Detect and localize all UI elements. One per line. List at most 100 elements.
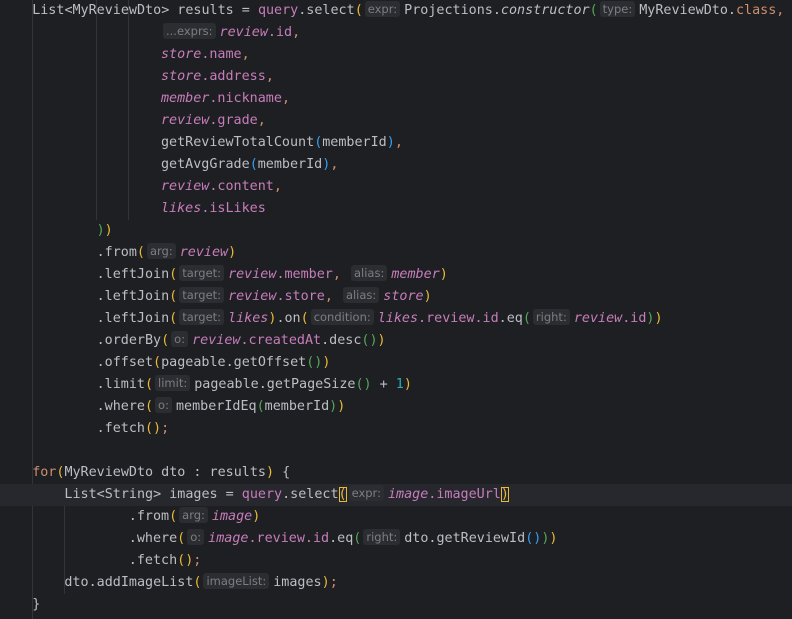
code-token: ( xyxy=(144,377,154,392)
code-token: ; xyxy=(161,421,170,436)
parameter-hint: arg: xyxy=(179,507,208,523)
code-line[interactable]: .from(arg: image) xyxy=(0,506,792,528)
code-line[interactable]: List<String> images = query.select(expr:… xyxy=(0,484,792,506)
code-line[interactable]: } xyxy=(0,594,792,616)
code-token: .from xyxy=(128,509,170,524)
code-token: .review xyxy=(248,531,305,546)
code-token: results = xyxy=(169,3,258,18)
code-editor[interactable]: List<MyReviewDto> results = query.select… xyxy=(0,0,792,619)
code-token: .isLikes xyxy=(201,201,266,216)
code-line[interactable]: .fetch(); xyxy=(0,418,792,440)
code-token: ) xyxy=(377,333,386,348)
code-token: .select xyxy=(298,3,355,18)
code-line[interactable]: List<MyReviewDto> results = query.select… xyxy=(0,0,792,22)
code-line[interactable]: .fetch(); xyxy=(0,550,792,572)
code-token: images xyxy=(273,575,322,590)
code-token: , xyxy=(273,179,282,194)
code-token: .grade xyxy=(209,113,258,128)
code-token: .offset xyxy=(96,355,154,370)
code-line[interactable]: store.address, xyxy=(0,66,792,88)
code-line[interactable]: getAvgGrade(memberId), xyxy=(0,154,792,176)
code-token: ) xyxy=(252,509,261,524)
code-line[interactable]: .limit(limit: pageable.getPageSize() + 1) xyxy=(0,374,792,396)
code-token: image xyxy=(208,531,249,546)
code-line[interactable]: review.grade, xyxy=(0,110,792,132)
code-line[interactable]: .leftJoin(target: review.member, alias: me… xyxy=(0,264,792,286)
code-token: ) xyxy=(228,245,237,260)
code-line[interactable]: .leftJoin(target: likes).on(condition: lik… xyxy=(0,308,792,330)
code-line[interactable]: likes.isLikes xyxy=(0,198,792,220)
code-token: Projections. xyxy=(404,3,501,18)
code-line[interactable]: getReviewTotalCount(memberId), xyxy=(0,132,792,154)
code-token: ) xyxy=(386,135,395,150)
code-token: ) xyxy=(321,575,330,590)
code-token: getAvgGrade xyxy=(161,157,250,172)
code-token: review xyxy=(228,267,277,282)
code-token: .store xyxy=(276,289,325,304)
code-token: .fetch xyxy=(128,553,178,568)
code-token: MyReviewDto dto : results xyxy=(64,465,266,480)
code-token: .select xyxy=(282,487,339,502)
code-token: ) xyxy=(337,399,346,414)
code-token: .member xyxy=(276,267,333,282)
code-token: List xyxy=(64,487,97,502)
code-token: image xyxy=(211,509,253,524)
code-token: , xyxy=(332,267,349,282)
code-line[interactable]: .offset(pageable.getOffset()) xyxy=(0,352,792,374)
code-token: memberId xyxy=(257,157,323,172)
code-line[interactable]: store.name, xyxy=(0,44,792,66)
code-token: query xyxy=(257,3,299,18)
parameter-hint: o: xyxy=(187,529,205,545)
code-token: review xyxy=(228,289,277,304)
code-token: .content xyxy=(209,179,274,194)
code-token: constructor xyxy=(500,3,590,18)
code-line[interactable]: member.nickname, xyxy=(0,88,792,110)
code-token: MyReviewDto. xyxy=(639,3,736,18)
code-token: memberId xyxy=(322,135,387,150)
code-token: ) xyxy=(322,355,331,370)
parameter-hint: target: xyxy=(179,287,225,303)
code-line[interactable]: dto.addImageList(imageList: images); xyxy=(0,572,792,594)
code-line[interactable]: .from(arg: review) xyxy=(0,242,792,264)
code-token: pageable.getPageSize xyxy=(194,377,356,392)
code-token: .limit xyxy=(96,377,145,392)
code-token: ) xyxy=(654,311,663,326)
code-line[interactable]: review.content, xyxy=(0,176,792,198)
code-token: memberIdEq xyxy=(175,399,257,414)
code-token: , xyxy=(257,113,266,128)
matched-bracket: ( xyxy=(338,487,347,502)
code-line[interactable]: ...exprs: review.id, xyxy=(0,22,792,44)
code-token: ) xyxy=(153,421,162,436)
code-token: ( xyxy=(193,575,202,590)
code-token: class xyxy=(735,3,777,18)
code-token: .desc xyxy=(321,333,362,348)
parameter-hint: imageList: xyxy=(203,573,270,589)
code-line[interactable]: .orderBy(o: review.createdAt.desc()) xyxy=(0,330,792,352)
code-token: ( xyxy=(355,377,364,392)
code-line[interactable]: .where(o: image.review.id.eq(right: dto.ge… xyxy=(0,528,792,550)
code-token: ( xyxy=(353,531,362,546)
code-token: .id xyxy=(474,311,499,326)
parameter-hint: expr: xyxy=(364,1,401,17)
code-token: .eq xyxy=(498,311,523,326)
code-token: .name xyxy=(201,47,242,62)
code-line[interactable]: .leftJoin(target: review.store, alias: sto… xyxy=(0,286,792,308)
code-line[interactable]: .where(o: memberIdEq(memberId)) xyxy=(0,396,792,418)
code-line[interactable]: for(MyReviewDto dto : results) { xyxy=(0,462,792,484)
code-token: ( xyxy=(136,245,145,260)
parameter-hint: o: xyxy=(155,397,172,413)
code-line[interactable]: )) xyxy=(0,220,792,242)
code-token: ) xyxy=(423,289,432,304)
code-token: dto.addImageList xyxy=(64,575,194,590)
code-token: .leftJoin xyxy=(96,289,170,304)
code-token: List xyxy=(32,3,65,18)
code-token: review xyxy=(161,113,210,128)
code-token: store xyxy=(383,289,424,304)
code-token: , xyxy=(241,47,250,62)
parameter-hint: right: xyxy=(363,529,401,545)
code-token: , xyxy=(394,135,403,150)
code-token: .imageUrl xyxy=(428,487,501,502)
code-line[interactable] xyxy=(0,440,792,462)
code-token: , xyxy=(776,3,785,18)
code-token: getReviewTotalCount xyxy=(161,135,315,150)
